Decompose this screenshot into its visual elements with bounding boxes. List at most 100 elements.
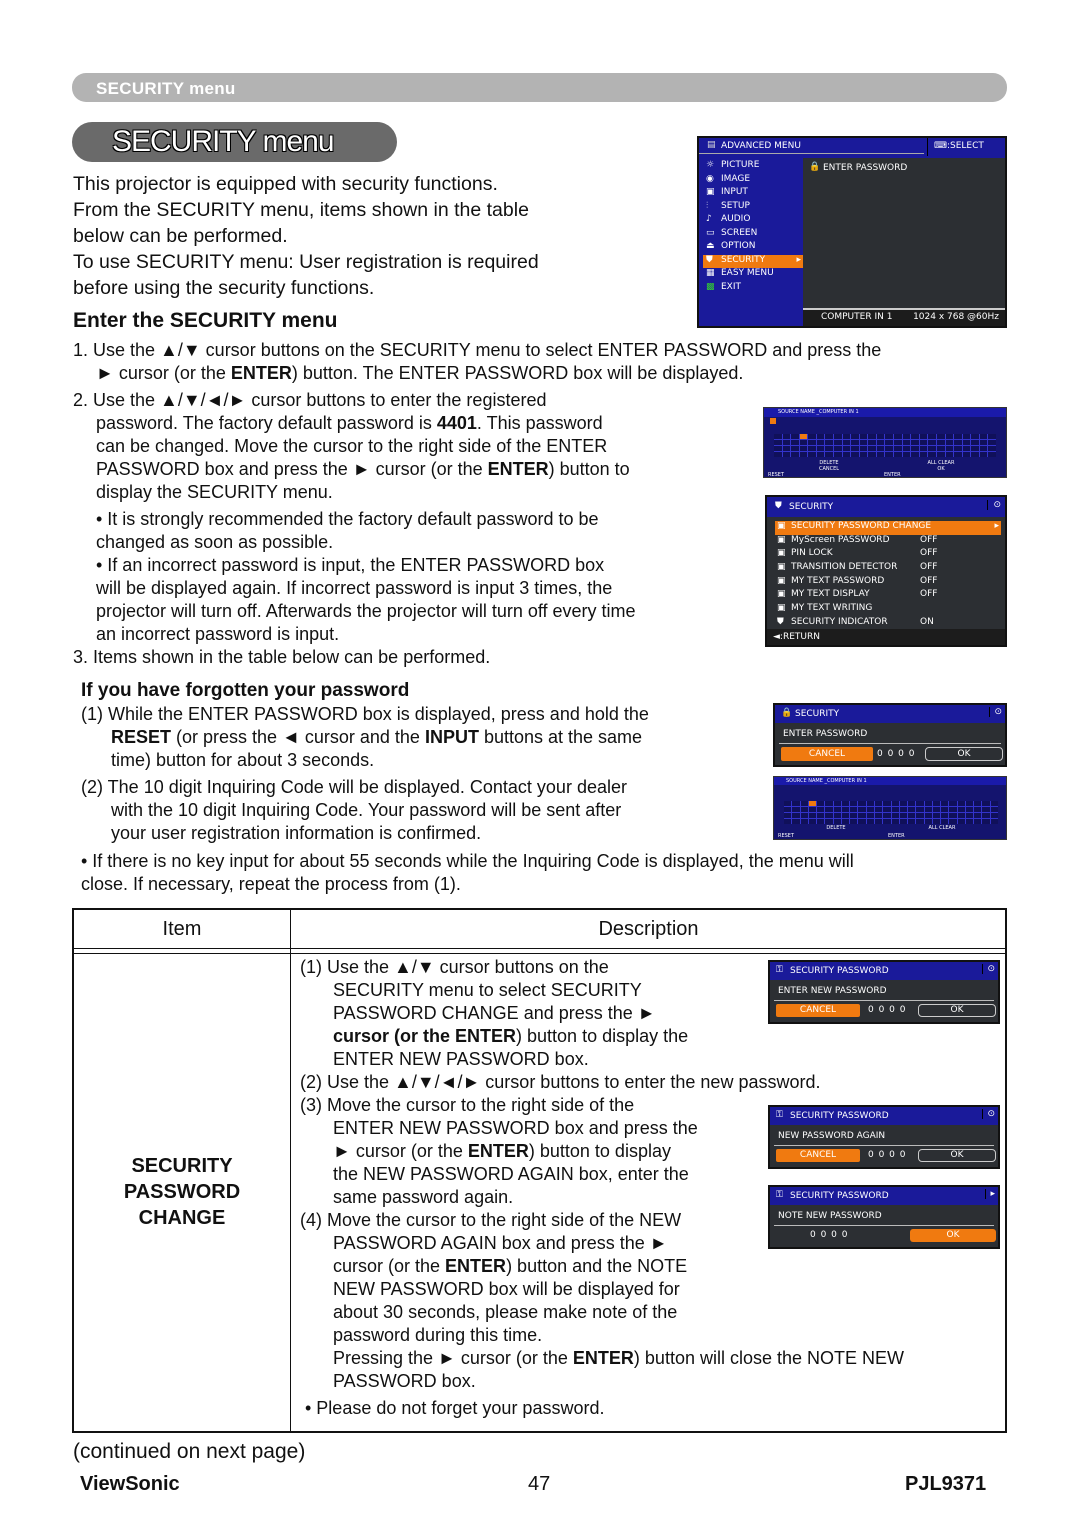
osd-inquiring-code-screen: SOURCE NAME _COMPUTER IN 1 DELETE ALL CL… (773, 776, 1007, 840)
osd-ok-button[interactable]: OK (910, 1229, 996, 1242)
osd-keyboard-title: SOURCE NAME _COMPUTER IN 1 (764, 408, 1006, 417)
osd-security-item[interactable]: ▣ SECURITY PASSWORD CHANGE ▸ (775, 521, 1001, 535)
osd-title: ADVANCED MENU (721, 141, 801, 151)
shield-icon: ⛊ (775, 501, 782, 511)
note-line: • If an incorrect password is input, the… (96, 555, 605, 575)
item-icon: ▣ (777, 521, 786, 531)
osd-box-title: SECURITY PASSWORD (790, 1111, 889, 1121)
osd-keyboard-screen: SOURCE NAME _COMPUTER IN 1 DELETE ALL CL… (763, 407, 1007, 478)
osd-enter-password-item[interactable]: ENTER PASSWORD (823, 163, 907, 173)
osd-select-hint: ⌨:SELECT (934, 141, 984, 151)
osd-menu-item-security[interactable]: ⛊ SECURITY ▸ (703, 254, 803, 268)
osd-box-label: NEW PASSWORD AGAIN (778, 1131, 886, 1141)
note-line: an incorrect password is input. (96, 624, 340, 644)
osd-security-item[interactable]: ▣ MY TEXT PASSWORD OFF (775, 576, 1001, 590)
forgot-line: RESET (or press the ◄ cursor and the INP… (111, 727, 643, 747)
osd-security-item[interactable]: ▣ TRANSITION DETECTOR OFF (775, 562, 1001, 576)
arrow-right-icon: ▸ (796, 254, 801, 265)
step-2-line: PASSWORD box and press the ► cursor (or … (96, 459, 630, 479)
osd-keyboard-grid[interactable] (774, 434, 996, 457)
image-icon: ◉ (706, 173, 714, 184)
osd-box-title: SECURITY PASSWORD (790, 1191, 889, 1201)
osd-security-item[interactable]: ▣ MY TEXT WRITING (775, 603, 1001, 617)
osd-menu-item-easy-menu[interactable]: ▦ EASY MENU (703, 268, 803, 282)
step-1-line: ► cursor (or the ENTER) button. The ENTE… (96, 363, 744, 383)
forgot-note-line: close. If necessary, repeat the process … (81, 874, 461, 894)
osd-security-item[interactable]: ▣ PIN LOCK OFF (775, 548, 1001, 562)
desc-line: cursor (or the ENTER) button and the NOT… (333, 1256, 688, 1276)
osd-enter-hint: ENTER (888, 833, 905, 839)
footer-brand: ViewSonic (80, 1473, 180, 1495)
osd-cancel-button[interactable]: CANCEL (776, 466, 882, 472)
step-2: 2. Use the ▲/▼/◄/► cursor buttons to ent… (73, 389, 733, 504)
osd-menu-item-option[interactable]: ⏏ OPTION (703, 241, 803, 255)
step-2-line: password. The factory default password i… (96, 413, 603, 433)
intro-line: From the SECURITY menu, items shown in t… (73, 199, 529, 221)
intro-line: To use SECURITY menu: User registration … (73, 251, 539, 273)
step-2-line: can be changed. Move the cursor to the r… (96, 436, 608, 456)
desc-line: about 30 seconds, please make note of th… (333, 1302, 678, 1322)
page-title: SECURITY menu (112, 125, 335, 158)
forgot-heading: If you have forgotten your password (81, 680, 410, 701)
forgot-line: (1) While the ENTER PASSWORD box is disp… (81, 704, 649, 724)
item-line: CHANGE (138, 1207, 226, 1229)
select-icon: ⊙ (982, 1109, 995, 1119)
osd-all-clear-button[interactable]: ALL CLEAR (892, 825, 992, 831)
osd-cancel-button[interactable]: CANCEL (776, 1004, 860, 1017)
osd-menu-item-picture[interactable]: ☼ PICTURE (703, 160, 803, 174)
osd-ok-button[interactable]: OK (918, 1004, 996, 1017)
step-1-line: 1. Use the ▲/▼ cursor buttons on the SEC… (73, 340, 882, 360)
menu-icon: ▤ (707, 140, 716, 150)
key-icon: ⚿ (776, 1110, 783, 1120)
key-icon: ⚿ (776, 965, 783, 975)
desc-line: PASSWORD box. (333, 1371, 476, 1391)
desc-line: Pressing the ► cursor (or the ENTER) but… (333, 1348, 905, 1368)
intro-text: This projector is equipped with security… (73, 171, 673, 301)
osd-menu-item-image[interactable]: ◉ IMAGE (703, 174, 803, 188)
osd-cancel-button[interactable]: CANCEL (781, 747, 873, 761)
osd-menu-item-input[interactable]: ▣ INPUT (703, 187, 803, 201)
osd-password-digits[interactable]: 0 0 0 0 (868, 1150, 907, 1160)
osd-keyboard-grid[interactable] (784, 801, 998, 824)
intro-line: This projector is equipped with security… (73, 173, 498, 195)
desc-line: NEW PASSWORD box will be displayed for (333, 1279, 680, 1299)
osd-ok-button[interactable]: OK (888, 466, 994, 472)
shield-icon: ⛊ (706, 254, 713, 265)
osd-menu-item-audio[interactable]: ♪ AUDIO (703, 214, 803, 228)
note-line: will be displayed again. If incorrect pa… (96, 578, 613, 598)
osd-password-digits[interactable]: 0 0 0 0 (868, 1005, 907, 1015)
osd-ok-button[interactable]: OK (925, 747, 1003, 761)
osd-box-label: ENTER NEW PASSWORD (778, 986, 887, 996)
note-line: changed as soon as possible. (96, 532, 334, 552)
osd-return-hint[interactable]: ◄:RETURN (767, 629, 1005, 645)
setup-icon: ⫶ (706, 200, 709, 211)
input-icon: ▣ (706, 187, 715, 197)
arrow-right-icon: ▸ (994, 521, 999, 531)
exit-icon: ▩ (706, 281, 715, 292)
item-icon: ⛊ (777, 616, 784, 627)
osd-box-title: SECURITY PASSWORD (790, 966, 889, 976)
select-icon: ⊙ (982, 964, 995, 974)
osd-status-bar: COMPUTER IN 1 1024 x 768 @60Hz (803, 308, 1005, 326)
osd-security-item[interactable]: ▣ MyScreen PASSWORD OFF (775, 535, 1001, 549)
table-header-item: Item (162, 918, 202, 940)
item-icon: ▣ (777, 548, 786, 559)
step-1: 1. Use the ▲/▼ cursor buttons on the SEC… (73, 339, 1008, 385)
osd-new-password-again-box: ⚿ SECURITY PASSWORD ⊙ NEW PASSWORD AGAIN… (768, 1105, 1000, 1169)
desc-line: • Please do not forget your password. (305, 1398, 605, 1418)
osd-menu-item-exit[interactable]: ▩ EXIT (703, 282, 803, 296)
osd-ok-button[interactable]: OK (918, 1149, 996, 1162)
osd-security-item[interactable]: ▣ MY TEXT DISPLAY OFF (775, 589, 1001, 603)
osd-menu-item-setup[interactable]: ⫶ SETUP (703, 201, 803, 215)
step-2-line: 2. Use the ▲/▼/◄/► cursor buttons to ent… (73, 390, 547, 410)
osd-enter-new-password-box: ⚿ SECURITY PASSWORD ⊙ ENTER NEW PASSWORD… (768, 960, 1000, 1024)
lock-icon: 🔒 (809, 162, 821, 172)
osd-right-panel: 🔒 ENTER PASSWORD (803, 158, 1005, 308)
osd-delete-button[interactable]: DELETE (786, 825, 886, 831)
osd-menu-item-screen[interactable]: ▭ SCREEN (703, 228, 803, 242)
osd-password-digits[interactable]: 0 0 0 0 (877, 749, 916, 759)
desc-line: password during this time. (333, 1325, 543, 1345)
picture-icon: ☼ (706, 160, 715, 170)
intro-line: before using the security functions. (73, 277, 375, 299)
osd-cancel-button[interactable]: CANCEL (776, 1149, 860, 1162)
